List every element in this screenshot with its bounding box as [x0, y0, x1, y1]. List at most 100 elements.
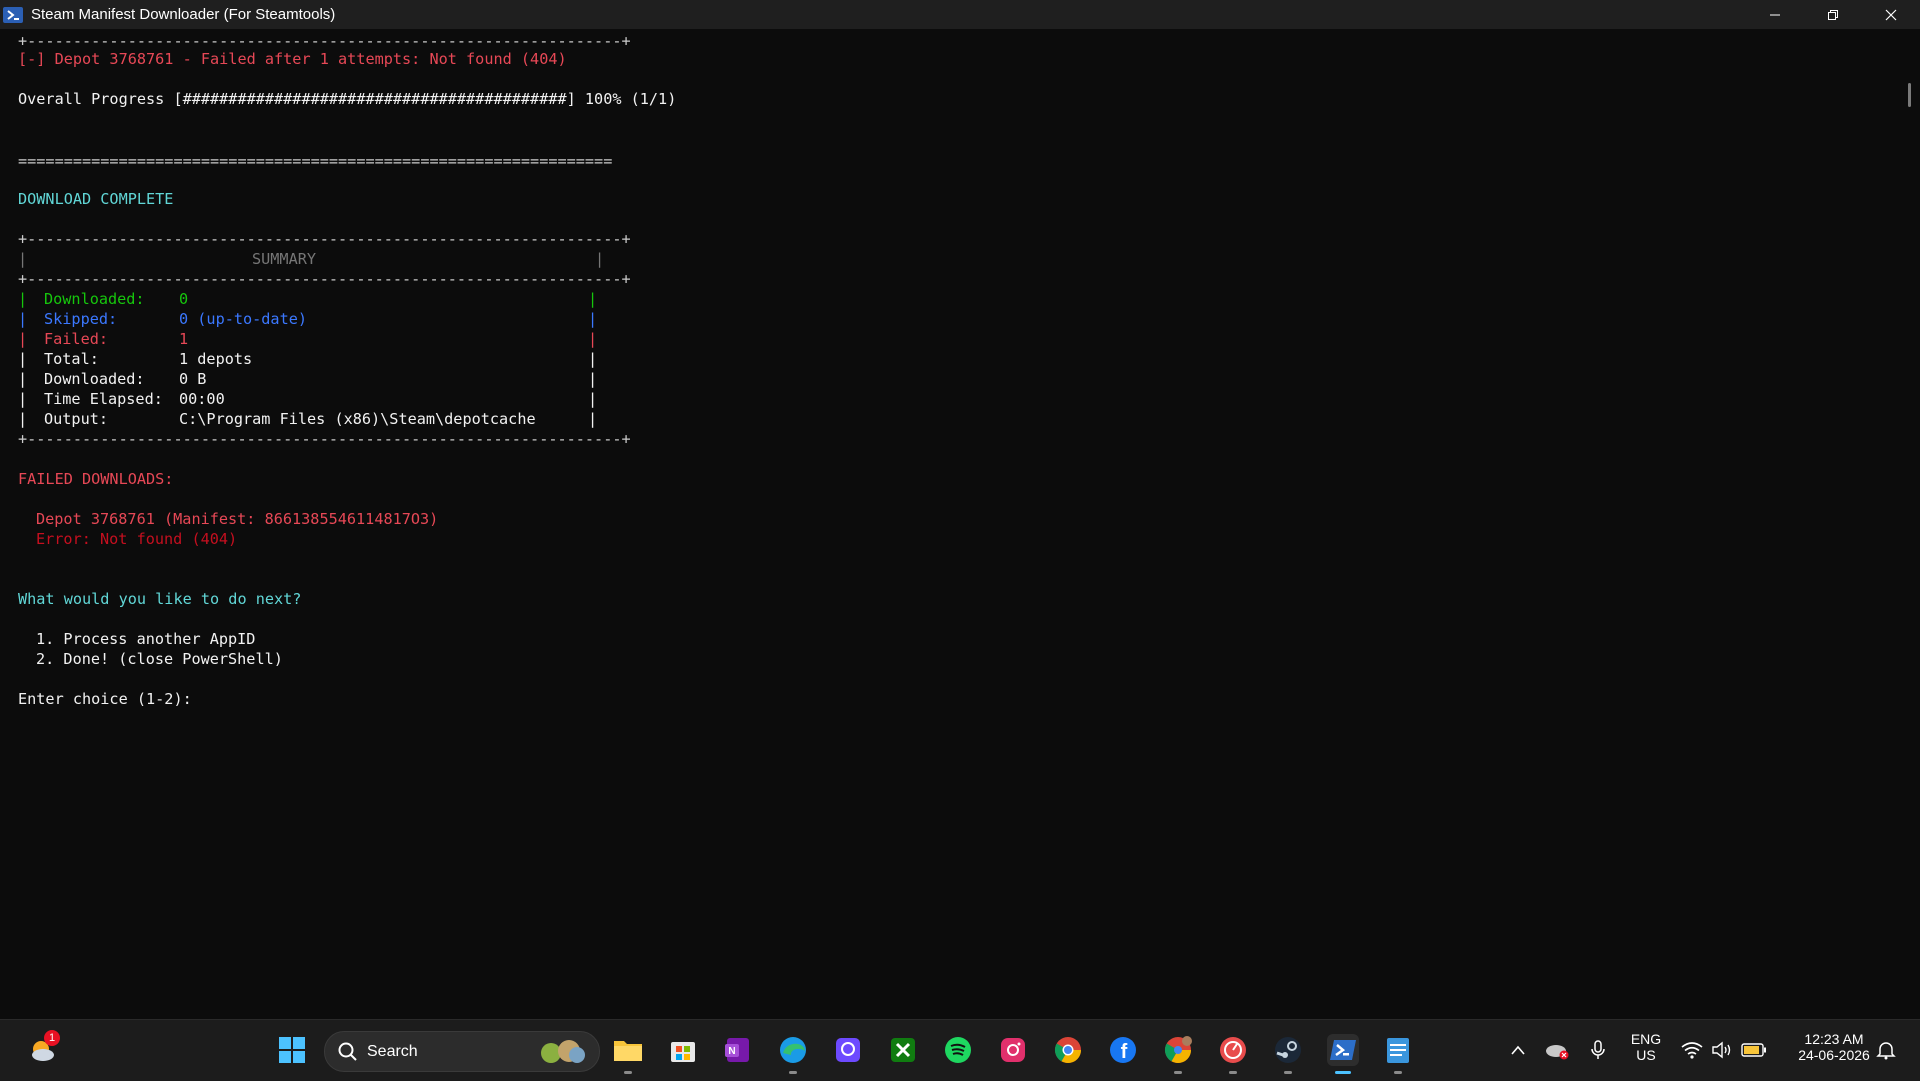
chevron-up-icon — [1511, 1045, 1525, 1055]
summary-pipe-output: | — [18, 410, 28, 428]
summary-output-value: C:\Program Files (x86)\Steam\depotcache — [179, 410, 536, 428]
summary-skipped-value: 0 (up-to-date) — [179, 310, 308, 328]
search-highlight-icon — [541, 1039, 585, 1063]
summary-side-right: | — [595, 250, 605, 268]
xbox-icon — [891, 1038, 915, 1062]
spotify-icon — [945, 1037, 971, 1063]
running-indicator — [1174, 1071, 1182, 1074]
taskbar-chrome[interactable] — [1052, 1034, 1084, 1066]
summary-pipe-downloaded: | — [18, 290, 28, 308]
restore-icon — [1828, 9, 1838, 20]
running-indicator — [1394, 1071, 1402, 1074]
notepad-icon — [1387, 1038, 1409, 1063]
steam-icon — [1275, 1037, 1301, 1063]
language-code: ENG — [1630, 1031, 1662, 1047]
svg-text:N: N — [728, 1046, 735, 1057]
summary-pipe-output-right: | — [588, 410, 598, 428]
summary-failed-value: 1 — [179, 330, 189, 348]
search-label: Search — [367, 1042, 418, 1060]
taskbar-spotify[interactable] — [942, 1034, 974, 1066]
separator-line: +---------------------------------------… — [18, 32, 631, 50]
onenote-icon: N — [725, 1038, 749, 1062]
summary-pipe-time-right: | — [588, 390, 598, 408]
summary-pipe-failed-right: | — [588, 330, 598, 348]
taskbar-search-box[interactable]: Search — [324, 1031, 600, 1072]
summary-border-top: +---------------------------------------… — [18, 230, 631, 248]
microphone-icon — [1591, 1040, 1605, 1059]
summary-pipe-time: | — [18, 390, 28, 408]
notification-center-button[interactable] — [1870, 1034, 1902, 1066]
summary-time-label: Time Elapsed: — [44, 390, 163, 408]
store-icon — [671, 1042, 695, 1062]
powershell-icon — [1330, 1040, 1356, 1060]
facebook-icon: f — [1110, 1037, 1136, 1063]
wifi-icon — [1681, 1042, 1703, 1059]
notification-badge: 1 — [44, 1030, 60, 1046]
onedrive-tray[interactable] — [1541, 1034, 1573, 1066]
summary-failed-label: Failed: — [44, 330, 109, 348]
taskbar-facebook[interactable]: f — [1107, 1034, 1139, 1066]
summary-border-bottom: +---------------------------------------… — [18, 430, 631, 448]
taskbar-steam[interactable] — [1272, 1034, 1304, 1074]
search-icon — [338, 1042, 357, 1061]
summary-bytes-label: Downloaded: — [44, 370, 145, 388]
weather-widget[interactable]: 1 — [26, 1030, 60, 1066]
chrome-profile-icon — [1164, 1036, 1192, 1064]
taskbar-instagram[interactable] — [997, 1034, 1029, 1066]
language-indicator[interactable]: ENG US — [1622, 1031, 1670, 1063]
taskbar-powershell[interactable] — [1327, 1034, 1359, 1074]
taskbar-onenote[interactable]: N — [721, 1034, 753, 1066]
summary-pipe-bytes-right: | — [588, 370, 598, 388]
summary-total-label: Total: — [44, 350, 99, 368]
battery-tray[interactable] — [1738, 1034, 1770, 1066]
taskbar-edge[interactable] — [777, 1034, 809, 1074]
running-indicator — [624, 1071, 632, 1074]
summary-pipe-downloaded-right: | — [588, 290, 598, 308]
taskbar-xbox[interactable] — [887, 1034, 919, 1066]
summary-skipped-label: Skipped: — [44, 310, 118, 328]
taskbar-notepad[interactable] — [1382, 1034, 1414, 1074]
minimize-button[interactable] — [1746, 0, 1804, 29]
terminal-output[interactable]: +---------------------------------------… — [0, 29, 1920, 1019]
summary-pipe-total-right: | — [588, 350, 598, 368]
download-complete-heading: DOWNLOAD COMPLETE — [18, 190, 174, 208]
wifi-tray[interactable] — [1676, 1034, 1708, 1066]
failed-depot-item: Depot 3768761 (Manifest: 866138554611481… — [36, 510, 439, 528]
depot-failed-message: [-] Depot 3768761 - Failed after 1 attem… — [18, 50, 567, 68]
volume-icon — [1712, 1041, 1731, 1059]
restore-button[interactable] — [1804, 0, 1862, 29]
menu-option-2: 2. Done! (close PowerShell) — [36, 650, 283, 668]
proton-pass-icon — [836, 1038, 860, 1062]
battery-icon — [1741, 1043, 1766, 1057]
summary-pipe-skipped: | — [18, 310, 28, 328]
summary-total-value: 1 depots — [179, 350, 253, 368]
summary-bytes-value: 0 B — [179, 370, 207, 388]
scrollbar-thumb[interactable] — [1908, 83, 1911, 107]
volume-tray[interactable] — [1706, 1034, 1738, 1066]
next-action-question: What would you like to do next? — [18, 590, 302, 608]
close-button[interactable] — [1862, 0, 1920, 29]
summary-side-left: | — [18, 250, 28, 268]
summary-pipe-bytes: | — [18, 370, 28, 388]
powershell-icon — [3, 6, 23, 23]
failed-downloads-heading: FAILED DOWNLOADS: — [18, 470, 174, 488]
summary-pipe-skipped-right: | — [588, 310, 598, 328]
running-indicator — [789, 1071, 797, 1074]
failed-depot-error: Error: Not found (404) — [36, 530, 238, 548]
title-bar: Steam Manifest Downloader (For Steamtool… — [0, 0, 1920, 29]
taskbar-chrome-profile[interactable] — [1162, 1034, 1194, 1074]
taskbar-proton-pass[interactable] — [832, 1034, 864, 1066]
choice-prompt[interactable]: Enter choice (1-2): — [18, 689, 192, 709]
active-indicator — [1335, 1071, 1351, 1074]
double-separator: ========================================… — [18, 152, 613, 170]
taskbar-file-explorer[interactable] — [612, 1034, 644, 1074]
overall-progress: Overall Progress [######################… — [18, 90, 677, 108]
microphone-tray[interactable] — [1582, 1034, 1614, 1066]
taskbar-microsoft-store[interactable] — [667, 1034, 699, 1066]
start-button[interactable] — [276, 1034, 308, 1066]
taskbar-speedtest[interactable] — [1217, 1034, 1249, 1074]
window-title: Steam Manifest Downloader (For Steamtool… — [31, 6, 336, 23]
instagram-icon — [1001, 1038, 1025, 1062]
summary-border-mid: +---------------------------------------… — [18, 270, 631, 288]
show-hidden-icons-button[interactable] — [1502, 1034, 1534, 1066]
